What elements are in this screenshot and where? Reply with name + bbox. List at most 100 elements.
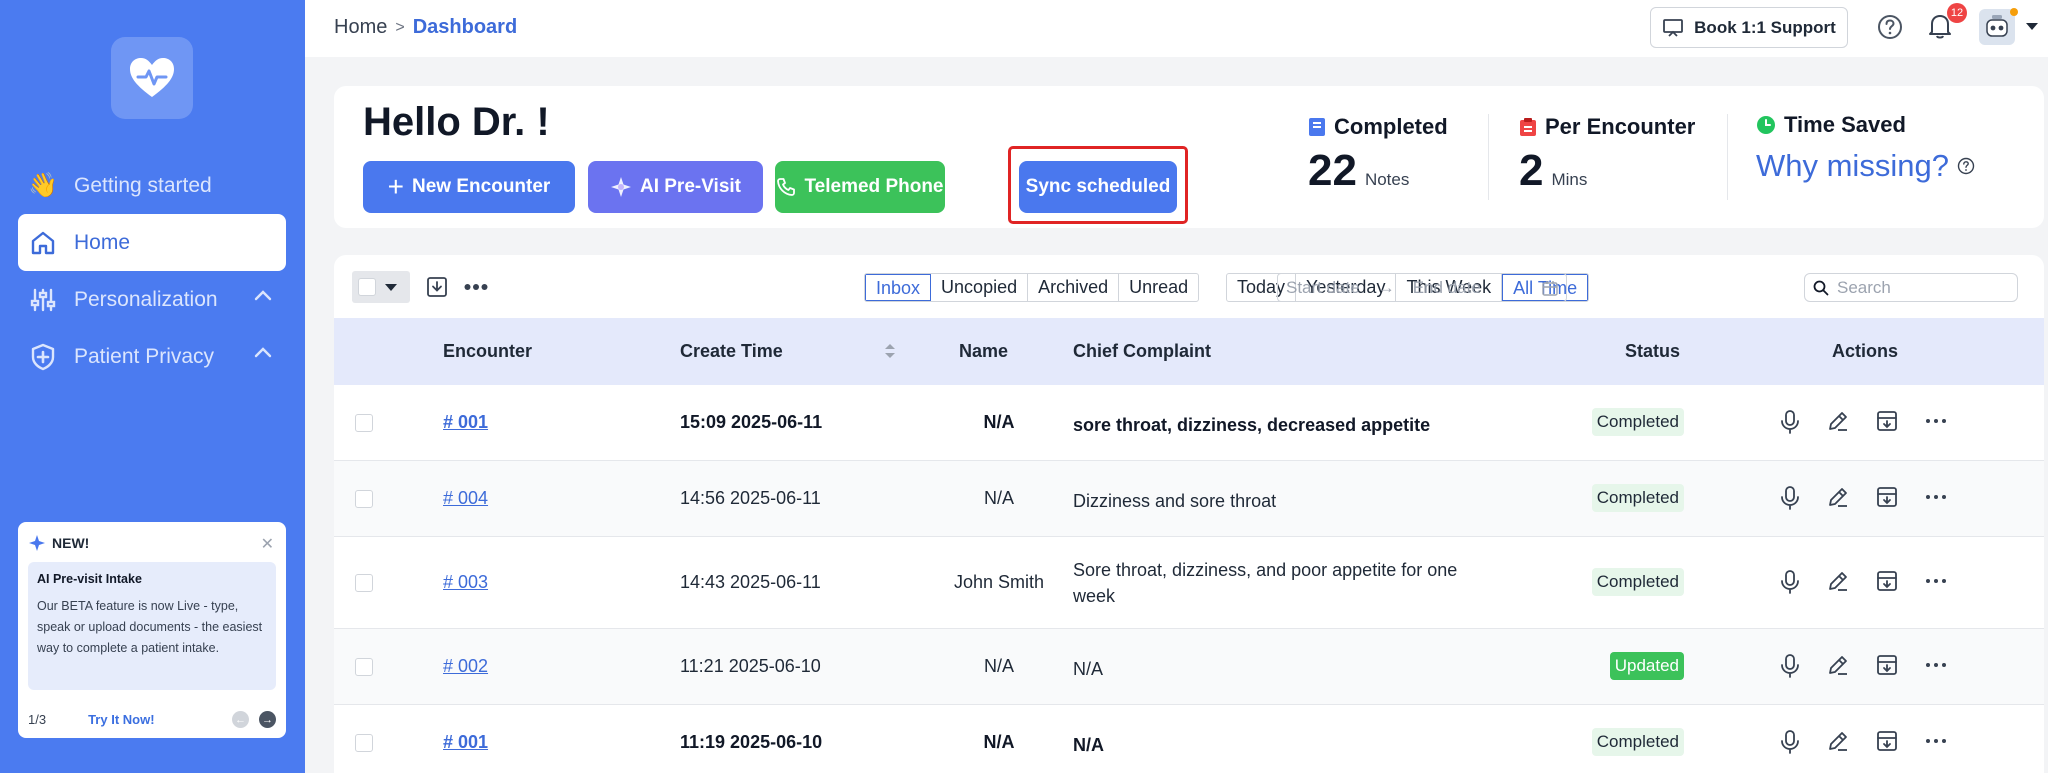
row-checkbox[interactable]	[355, 414, 373, 432]
status-badge: Updated	[1609, 652, 1684, 680]
chevron-up-icon[interactable]	[254, 346, 272, 358]
archive-icon[interactable]	[1875, 729, 1899, 753]
sparkle-icon	[29, 535, 45, 551]
sidebar-item-label: Patient Privacy	[74, 344, 215, 368]
archive-icon[interactable]	[1875, 409, 1899, 433]
column-header-create-time[interactable]: Create Time	[680, 341, 783, 362]
avatar[interactable]	[1979, 9, 2015, 45]
topbar: Home > Dashboard Book 1:1 Support 12	[305, 0, 2048, 57]
previous-arrow-icon[interactable]: ←	[232, 711, 249, 728]
phone-icon	[777, 178, 796, 196]
stat-per-encounter-unit: Mins	[1551, 170, 1588, 189]
row-checkbox[interactable]	[355, 490, 373, 508]
page-title: Hello Dr. !	[363, 100, 550, 144]
sort-icon[interactable]	[884, 342, 896, 360]
waving-hand-icon: 👋	[28, 172, 58, 199]
heart-pulse-icon	[130, 58, 174, 97]
why-missing-link[interactable]: Why missing?	[1756, 148, 1975, 184]
start-date-input[interactable]: Start date	[1286, 278, 1360, 298]
more-icon[interactable]	[1924, 409, 1948, 433]
microphone-icon[interactable]	[1779, 569, 1801, 595]
sidebar-item-patient-privacy[interactable]: Patient Privacy	[18, 328, 286, 385]
row-actions	[1779, 485, 1948, 511]
end-date-input[interactable]: End date	[1413, 278, 1481, 298]
edit-icon[interactable]	[1826, 569, 1850, 593]
microphone-icon[interactable]	[1779, 485, 1801, 511]
edit-icon[interactable]	[1826, 409, 1850, 433]
help-icon[interactable]	[1877, 14, 1903, 40]
more-icon[interactable]	[1924, 569, 1948, 593]
row-checkbox[interactable]	[355, 574, 373, 592]
book-support-label: Book 1:1 Support	[1694, 17, 1836, 37]
chief-complaint: N/A	[1073, 735, 1104, 755]
archive-icon[interactable]	[1875, 485, 1899, 509]
breadcrumb-current: Dashboard	[412, 16, 518, 38]
date-range-picker[interactable]: Start date → End date	[1277, 273, 1567, 302]
column-header-encounter[interactable]: Encounter	[443, 341, 532, 362]
row-checkbox[interactable]	[355, 734, 373, 752]
more-icon[interactable]	[464, 283, 488, 291]
stat-per-encounter-value: 2	[1519, 146, 1544, 195]
tab-archived[interactable]: Archived	[1028, 274, 1120, 301]
close-icon[interactable]: ✕	[261, 534, 274, 554]
select-all-checkbox[interactable]	[358, 278, 376, 296]
status-dot	[2010, 8, 2018, 16]
book-support-button[interactable]: Book 1:1 Support	[1650, 7, 1848, 48]
chief-complaint: sore throat, dizziness, decreased appeti…	[1073, 415, 1431, 435]
caret-down-icon[interactable]	[2025, 22, 2039, 31]
encounter-link[interactable]: # 002	[443, 656, 488, 677]
patient-name: John Smith	[953, 572, 1045, 592]
telemed-phone-button[interactable]: Telemed Phone	[775, 161, 945, 213]
status-badge: Completed	[1591, 408, 1684, 436]
patient-name: N/A	[983, 732, 1015, 752]
more-icon[interactable]	[1924, 485, 1948, 509]
microphone-icon[interactable]	[1779, 729, 1801, 755]
create-time: 15:09 2025-06-11	[680, 412, 823, 432]
next-arrow-icon[interactable]: →	[259, 711, 276, 728]
tab-uncopied[interactable]: Uncopied	[931, 274, 1029, 301]
row-checkbox[interactable]	[355, 658, 373, 676]
select-all-dropdown[interactable]	[352, 271, 410, 303]
microphone-icon[interactable]	[1779, 653, 1801, 679]
app-logo[interactable]	[111, 37, 193, 119]
archive-icon[interactable]	[1875, 569, 1899, 593]
ai-previsit-button[interactable]: AI Pre-Visit	[588, 161, 763, 213]
sync-scheduled-button[interactable]: Sync scheduled	[1019, 161, 1177, 213]
stat-time-saved-label: Time Saved	[1784, 112, 1906, 137]
more-icon[interactable]	[1924, 653, 1948, 677]
edit-icon[interactable]	[1826, 729, 1850, 753]
encounter-link[interactable]: # 001	[443, 732, 488, 753]
encounter-link[interactable]: # 003	[443, 572, 488, 593]
search-input[interactable]	[1837, 277, 2007, 298]
sidebar-item-getting-started[interactable]: 👋 Getting started	[18, 157, 286, 214]
more-icon[interactable]	[1924, 729, 1948, 753]
edit-icon[interactable]	[1826, 653, 1850, 677]
inbox-filter-tabs: Inbox Uncopied Archived Unread	[864, 273, 1200, 302]
archive-icon[interactable]	[1875, 653, 1899, 677]
sidebar: 👋 Getting started Home Personalization P…	[0, 0, 305, 773]
chief-complaint: Sore throat, dizziness, and poor appetit…	[1073, 560, 1458, 606]
microphone-icon[interactable]	[1779, 409, 1801, 435]
breadcrumb-home[interactable]: Home	[334, 16, 387, 39]
sparkle-icon	[610, 177, 631, 197]
promo-card: NEW! ✕ AI Pre-visit Intake Our BETA feat…	[18, 522, 286, 738]
filter-bar: Inbox Uncopied Archived Unread Today Yes…	[352, 271, 2032, 303]
try-it-now-link[interactable]: Try It Now!	[88, 712, 154, 727]
search-icon	[1813, 280, 1829, 295]
sidebar-item-home[interactable]: Home	[18, 214, 286, 271]
encounter-link[interactable]: # 001	[443, 412, 488, 433]
notebook-icon	[1309, 118, 1325, 136]
new-encounter-button[interactable]: + New Encounter	[363, 161, 575, 213]
table-header: Encounter Create Time Name Chief Complai…	[334, 318, 2044, 385]
chevron-up-icon[interactable]	[254, 289, 272, 301]
create-time: 14:43 2025-06-11	[680, 572, 821, 592]
encounter-link[interactable]: # 004	[443, 488, 488, 509]
download-icon[interactable]	[426, 276, 448, 298]
edit-icon[interactable]	[1826, 485, 1850, 509]
search-box[interactable]	[1804, 273, 2018, 302]
robot-avatar-icon	[1986, 15, 2008, 37]
divider	[1727, 114, 1728, 200]
sidebar-item-personalization[interactable]: Personalization	[18, 271, 286, 328]
tab-inbox[interactable]: Inbox	[865, 274, 932, 301]
tab-unread[interactable]: Unread	[1119, 274, 1198, 301]
